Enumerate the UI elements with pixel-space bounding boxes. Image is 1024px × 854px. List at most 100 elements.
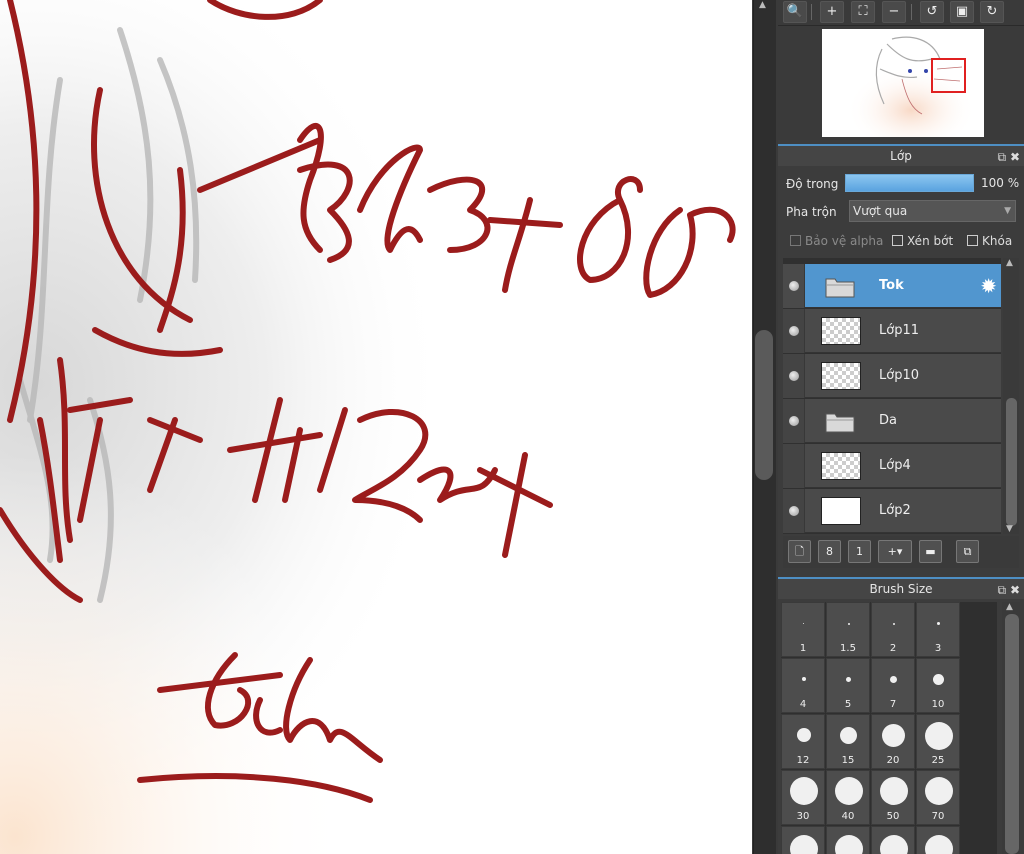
new-8bit-layer-icon[interactable]: 8 <box>818 540 841 563</box>
brush-size-cell[interactable]: 50 <box>871 770 915 825</box>
layer-row-lop11[interactable]: Lớp11 <box>783 309 1001 353</box>
brush-size-scrollbar[interactable]: ▲ <box>1002 602 1020 854</box>
navigator-preview <box>778 26 1024 140</box>
brush-size-cell[interactable]: 5 <box>826 658 870 713</box>
brush-size-cell[interactable] <box>826 826 870 854</box>
zoom-reset-icon[interactable]: 🔍 <box>783 1 807 23</box>
blend-mode-label: Pha trộn <box>786 205 837 219</box>
brush-size-cell[interactable]: 10 <box>916 658 960 713</box>
lock-label: Khóa <box>982 234 1013 248</box>
visibility-toggle[interactable] <box>783 354 805 398</box>
brush-size-cell[interactable]: 2 <box>871 602 915 657</box>
rotate-right-icon[interactable]: ↻ <box>980 1 1004 23</box>
duplicate-layer-icon[interactable]: ⧉ <box>956 540 979 563</box>
new-folder-icon[interactable]: ▬ <box>919 540 942 563</box>
drawing-canvas[interactable] <box>0 0 752 854</box>
brush-dot-icon <box>893 623 895 625</box>
layers-scrollbar[interactable]: ▲ ▼ <box>1003 258 1019 534</box>
brush-size-cell[interactable] <box>916 826 960 854</box>
brush-size-cell[interactable]: 20 <box>871 714 915 769</box>
brush-size-cell[interactable]: 25 <box>916 714 960 769</box>
layer-row-da[interactable]: Da <box>783 399 1001 443</box>
brush-size-label: 1.5 <box>840 643 856 654</box>
checkbox-box <box>892 235 903 246</box>
brush-size-cell[interactable]: 1.5 <box>826 602 870 657</box>
brush-size-cell[interactable]: 15 <box>826 714 870 769</box>
brush-size-cell[interactable]: 12 <box>781 714 825 769</box>
zoom-out-icon[interactable]: − <box>882 1 906 23</box>
fit-icon[interactable]: ⛶ <box>851 1 875 23</box>
chevron-down-icon: ▼ <box>1004 206 1011 216</box>
checkbox-box <box>967 235 978 246</box>
brush-size-label: 50 <box>886 811 900 822</box>
visibility-toggle[interactable] <box>783 489 805 533</box>
brush-size-label: 3 <box>934 643 942 654</box>
layer-row-lop4[interactable]: Lớp4 <box>783 444 1001 488</box>
scrollbar-thumb[interactable] <box>1006 398 1017 526</box>
visibility-toggle[interactable] <box>783 264 805 308</box>
eye-dot-icon <box>789 416 799 426</box>
layers-list: Tok ✹ Lớp11 Lớp10 Da Lớp4 Lớp2 <box>783 258 1001 534</box>
brush-size-cell[interactable]: 7 <box>871 658 915 713</box>
gear-icon[interactable]: ✹ <box>980 275 997 297</box>
popout-icon[interactable]: ⧉ <box>998 150 1007 164</box>
visibility-toggle[interactable] <box>783 444 805 488</box>
brush-size-grid: 1 1.5 2 3 4 5 7 10 12 15 20 25 30 40 50 … <box>781 602 997 854</box>
brush-size-cell[interactable]: 30 <box>781 770 825 825</box>
opacity-value: 100 % <box>981 176 1020 190</box>
layer-row-lop10[interactable]: Lớp10 <box>783 354 1001 398</box>
rotate-left-icon[interactable]: ↺ <box>920 1 944 23</box>
canvas-scrollbar[interactable]: ▲ <box>752 0 778 854</box>
checkbox-box <box>790 235 801 246</box>
actual-size-icon[interactable]: ▣ <box>950 1 974 23</box>
protect-alpha-checkbox[interactable]: Bảo vệ alpha <box>790 234 883 250</box>
scroll-up-icon[interactable]: ▲ <box>759 0 766 10</box>
visibility-toggle[interactable] <box>783 399 805 443</box>
blend-mode-select[interactable]: Vượt qua ▼ <box>849 200 1016 222</box>
new-1bit-layer-icon[interactable]: 1 <box>848 540 871 563</box>
scrollbar-thumb[interactable] <box>755 330 773 480</box>
zoom-in-icon[interactable]: + <box>820 1 844 23</box>
navigator-thumbnail[interactable] <box>822 29 984 137</box>
lock-checkbox[interactable]: Khóa <box>967 234 1012 250</box>
brush-dot-icon <box>797 728 811 742</box>
scroll-down-icon[interactable]: ▼ <box>1006 524 1013 534</box>
opacity-slider[interactable] <box>845 174 974 192</box>
scroll-up-icon[interactable]: ▲ <box>1006 602 1013 612</box>
brush-size-cell[interactable] <box>871 826 915 854</box>
brush-size-cell[interactable]: 4 <box>781 658 825 713</box>
brush-dot-icon <box>848 623 850 625</box>
layer-row-tok[interactable]: Tok ✹ <box>783 264 1001 308</box>
layer-thumbnail <box>821 452 861 480</box>
brush-dot-icon <box>890 676 897 683</box>
brush-size-cell[interactable]: 40 <box>826 770 870 825</box>
right-panel: 🔍 + ⛶ − ↺ ▣ ↻ Lớp ⧉ ✖ Độ trong 100 % Pha… <box>778 0 1024 854</box>
add-layer-menu-icon[interactable]: +▾ <box>878 540 912 563</box>
scroll-up-icon[interactable]: ▲ <box>1006 258 1013 268</box>
eye-dot-icon <box>789 281 799 291</box>
layer-thumbnail <box>821 362 861 390</box>
close-icon[interactable]: ✖ <box>1010 583 1020 597</box>
brush-size-cell[interactable]: 1 <box>781 602 825 657</box>
layer-row-lop2[interactable]: Lớp2 <box>783 489 1001 533</box>
brush-size-panel-title: Brush Size <box>869 582 933 596</box>
popout-icon[interactable]: ⧉ <box>998 583 1007 597</box>
brush-dot-icon <box>846 677 851 682</box>
clipping-checkbox[interactable]: Xén bớt <box>892 234 953 250</box>
brush-dot-icon <box>802 677 806 681</box>
brush-dot-icon <box>803 623 804 624</box>
blend-mode-value: Vượt qua <box>853 204 908 218</box>
new-layer-icon[interactable]: 🗋 <box>788 540 811 563</box>
brush-dot-icon <box>840 727 857 744</box>
toolbar-divider <box>811 4 812 20</box>
scrollbar-thumb[interactable] <box>1005 614 1019 854</box>
brush-size-cell[interactable]: 70 <box>916 770 960 825</box>
layer-name: Da <box>879 413 897 428</box>
brush-size-cell[interactable]: 3 <box>916 602 960 657</box>
brush-dot-icon <box>882 724 905 747</box>
close-icon[interactable]: ✖ <box>1010 150 1020 164</box>
brush-size-cell[interactable] <box>781 826 825 854</box>
brush-size-label: 4 <box>799 699 807 710</box>
visibility-toggle[interactable] <box>783 309 805 353</box>
brush-size-label: 5 <box>844 699 852 710</box>
